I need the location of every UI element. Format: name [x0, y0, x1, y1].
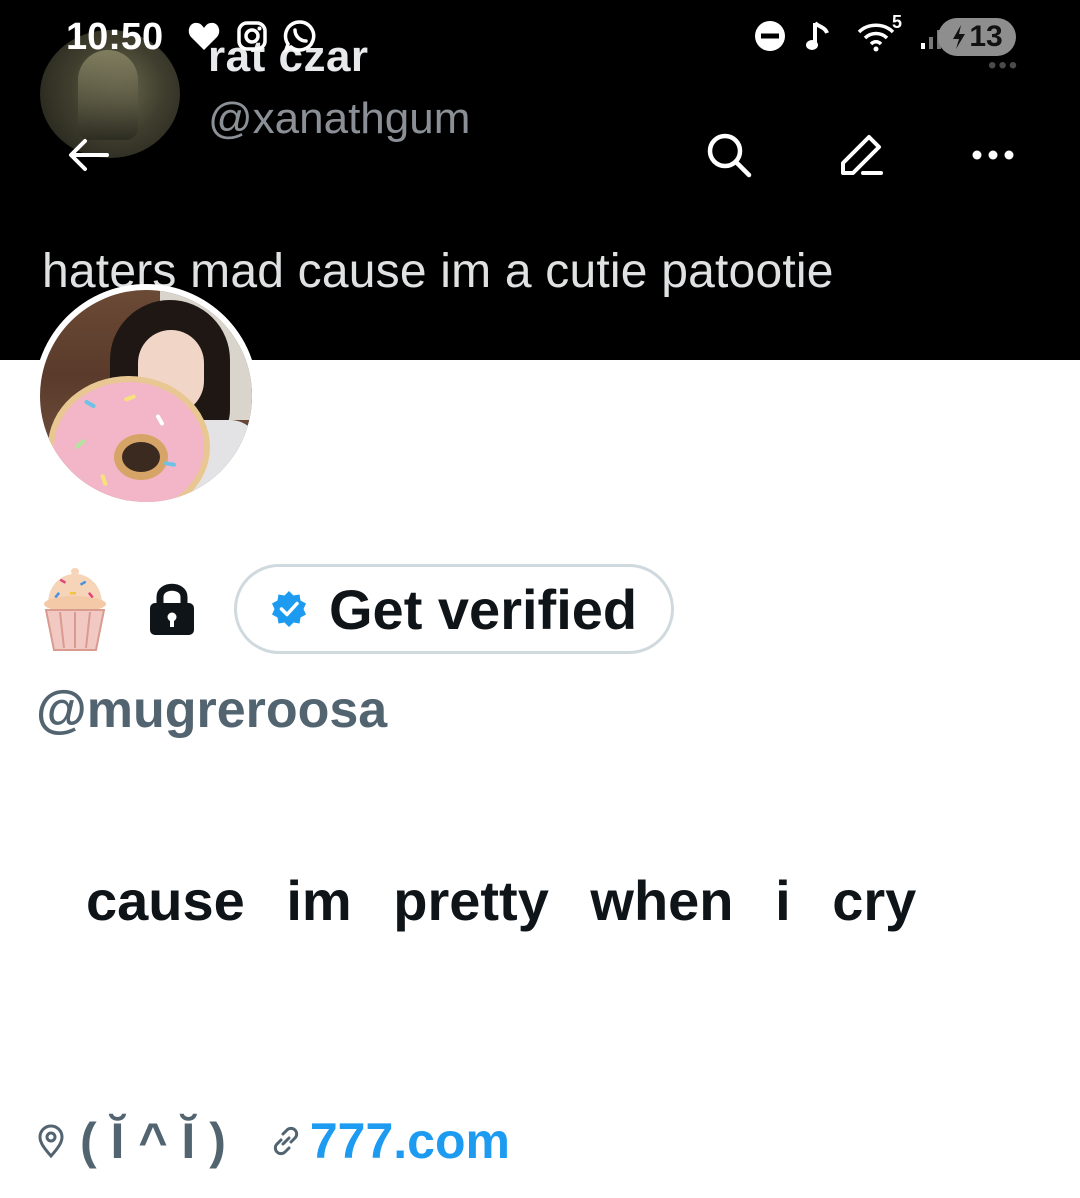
avatar-image	[40, 290, 252, 502]
profile-avatar[interactable]	[34, 284, 258, 508]
profile-meta-row: ( Ĭ ^ Ĭ ) 777.com	[36, 1112, 510, 1170]
more-icon	[972, 150, 1014, 160]
get-verified-label: Get verified	[329, 577, 638, 641]
lock-icon	[150, 583, 194, 635]
battery-indicator: 13	[938, 18, 1016, 56]
banner-handle: @xanathgum	[208, 94, 471, 143]
network-type-label: 5	[891, 12, 902, 32]
verified-badge-icon	[272, 591, 306, 627]
wifi-icon: 5	[848, 12, 904, 54]
profile-handle: @mugreroosa	[36, 681, 388, 739]
status-system-icons: 5	[752, 12, 952, 54]
do-not-disturb-icon	[752, 18, 788, 54]
music-note-icon	[800, 18, 836, 54]
link-icon	[273, 1126, 298, 1156]
edit-button[interactable]	[826, 120, 896, 190]
cupcake-icon	[44, 568, 106, 651]
profile-website-link[interactable]: 777.com	[310, 1112, 510, 1170]
profile-name-row: Get verified	[40, 564, 675, 654]
more-button[interactable]	[958, 120, 1028, 190]
search-icon	[707, 133, 752, 178]
status-time: 10:50	[66, 16, 164, 58]
edit-icon	[841, 135, 883, 175]
status-overflow-dots-icon: •••	[988, 52, 1020, 79]
profile-location: ( Ĭ ^ Ĭ )	[80, 1113, 226, 1169]
battery-percent: 13	[969, 20, 1003, 53]
profile-bio: cause im pretty when i cry	[86, 869, 917, 932]
battery-charging-icon	[953, 25, 966, 49]
heart-icon	[186, 18, 222, 54]
get-verified-button[interactable]: Get verified	[234, 564, 675, 654]
back-arrow-icon	[69, 139, 109, 171]
whatsapp-icon	[282, 18, 318, 54]
back-button[interactable]	[54, 120, 124, 190]
location-pin-icon	[38, 1124, 64, 1159]
instagram-icon	[234, 18, 270, 54]
search-button[interactable]	[694, 120, 764, 190]
status-notification-icons	[186, 18, 318, 54]
